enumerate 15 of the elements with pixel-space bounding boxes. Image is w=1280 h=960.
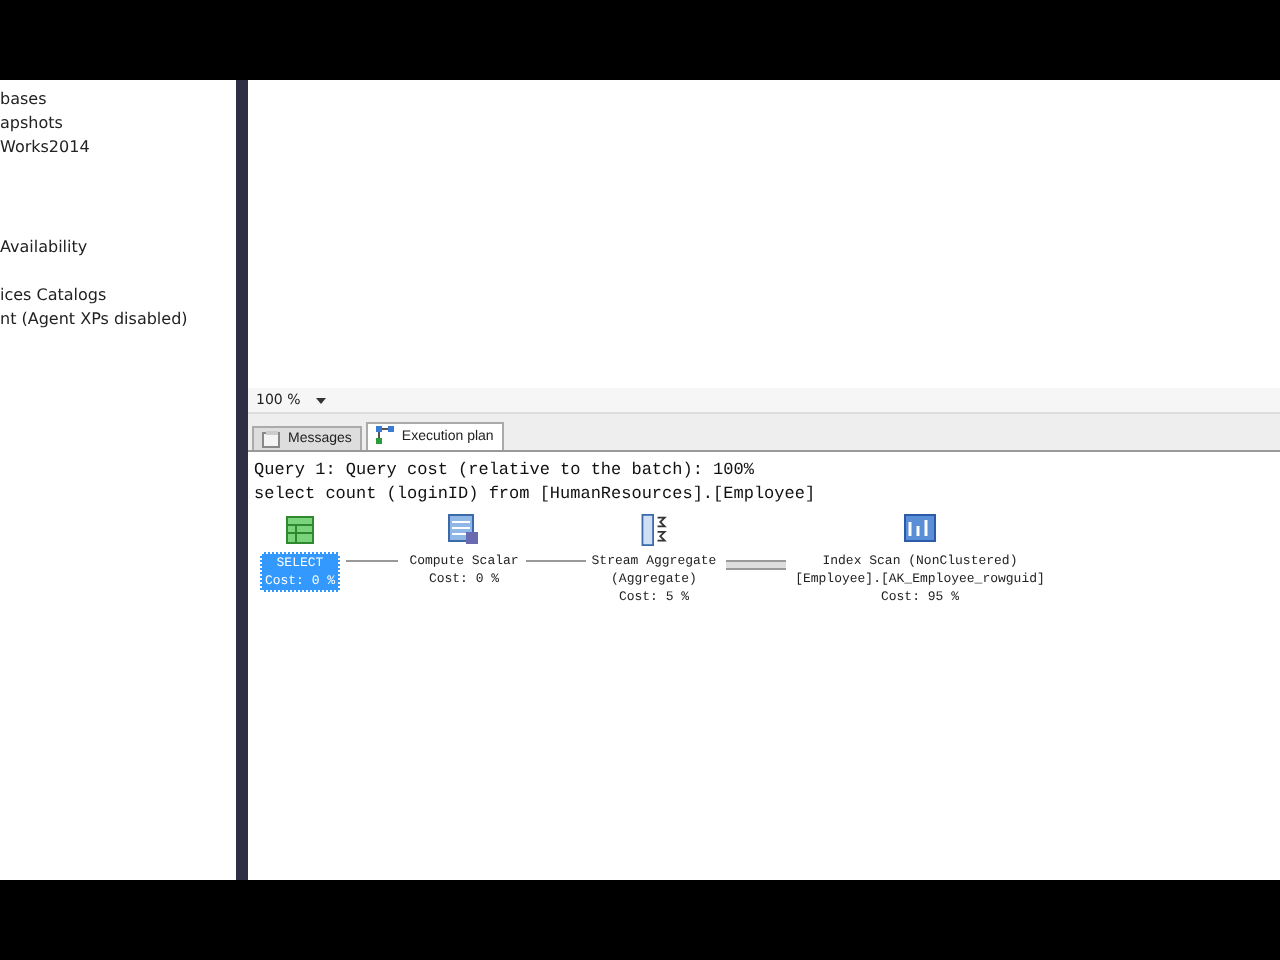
tree-item[interactable]: bases (0, 88, 236, 112)
tree-item[interactable]: apshots (0, 112, 236, 136)
tree-item[interactable]: nt (Agent XPs disabled) (0, 308, 236, 332)
index-scan-icon[interactable] (904, 514, 936, 546)
tree-item[interactable]: Works2014 (0, 136, 236, 160)
caret-icon (316, 397, 327, 403)
aggregate-icon[interactable] (640, 514, 668, 546)
arrow-connector (726, 560, 786, 570)
query-text: Query 1: Query cost (relative to the batch): 100% (254, 458, 756, 482)
document-icon[interactable] (448, 514, 480, 546)
tree-item[interactable]: ices Catalogs (0, 284, 236, 308)
plan-icon (375, 426, 396, 446)
table-icon[interactable] (286, 514, 314, 546)
tree-item[interactable]: Availability (0, 236, 236, 260)
query-text: select count (loginID) from [HumanResources].[Employee] (254, 482, 818, 506)
